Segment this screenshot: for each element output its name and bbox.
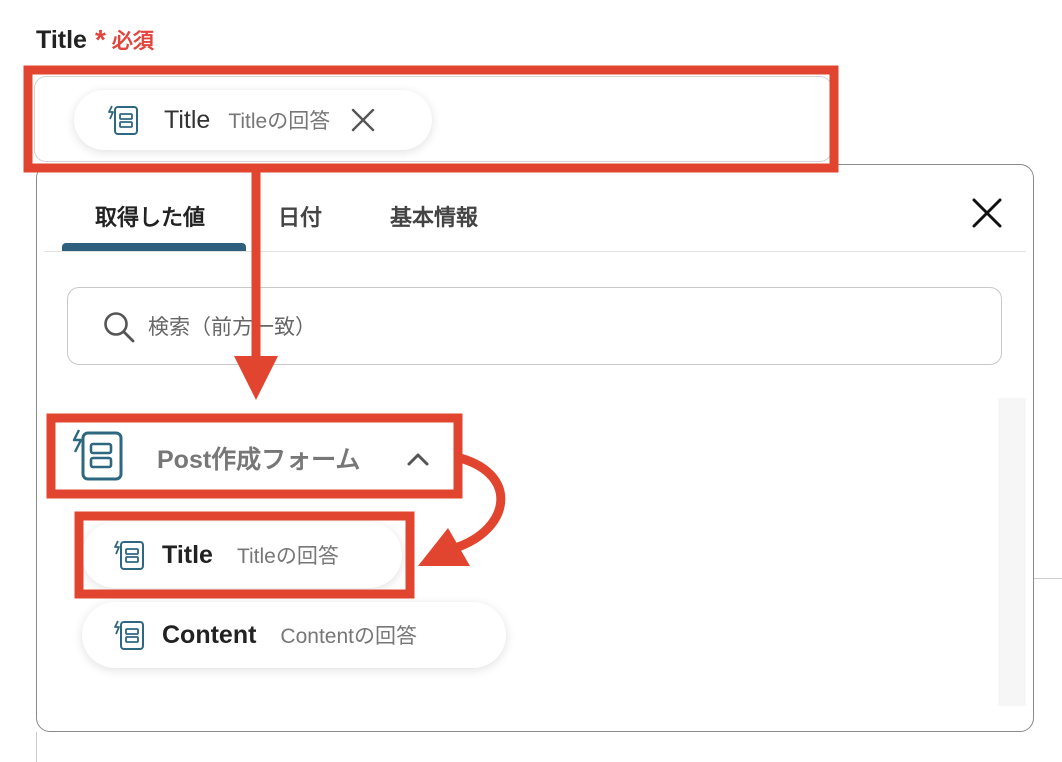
- list-item-title[interactable]: Title Titleの回答: [82, 522, 402, 588]
- chevron-up-icon[interactable]: [403, 444, 433, 474]
- item-title: Title: [162, 540, 213, 569]
- chip-title: Title: [164, 105, 211, 134]
- item-subtitle: Contentの回答: [280, 625, 417, 648]
- form-doc-icon: [114, 540, 144, 570]
- required-text: 必須: [111, 30, 154, 53]
- group-label: Post作成フォーム: [157, 446, 361, 474]
- form-doc-icon: [108, 105, 138, 135]
- divider-line: [1034, 578, 1062, 579]
- close-icon[interactable]: [970, 196, 1004, 230]
- required-asterisk: *: [94, 24, 106, 55]
- tab-divider: [44, 251, 1026, 252]
- selected-value-chip[interactable]: Title Titleの回答: [74, 90, 432, 150]
- search-icon: [104, 312, 135, 343]
- chip-subtitle: Titleの回答: [228, 110, 331, 133]
- item-title: Content: [162, 620, 257, 649]
- divider-line: [36, 732, 37, 762]
- field-label-text: Title: [36, 25, 87, 54]
- form-doc-icon: [72, 429, 123, 481]
- field-label: Title * 必須: [36, 24, 154, 56]
- form-doc-icon: [114, 620, 144, 650]
- tab-obtained-values[interactable]: 取得した値: [95, 200, 205, 232]
- close-icon[interactable]: [350, 107, 376, 133]
- tab-basic-info[interactable]: 基本情報: [390, 200, 478, 232]
- list-item-content[interactable]: Content Contentの回答: [82, 602, 506, 668]
- item-subtitle: Titleの回答: [236, 545, 339, 568]
- search-input[interactable]: [146, 307, 970, 349]
- scrollbar-track[interactable]: [998, 398, 1026, 706]
- tab-date[interactable]: 日付: [278, 200, 322, 232]
- active-tab-indicator: [62, 243, 246, 251]
